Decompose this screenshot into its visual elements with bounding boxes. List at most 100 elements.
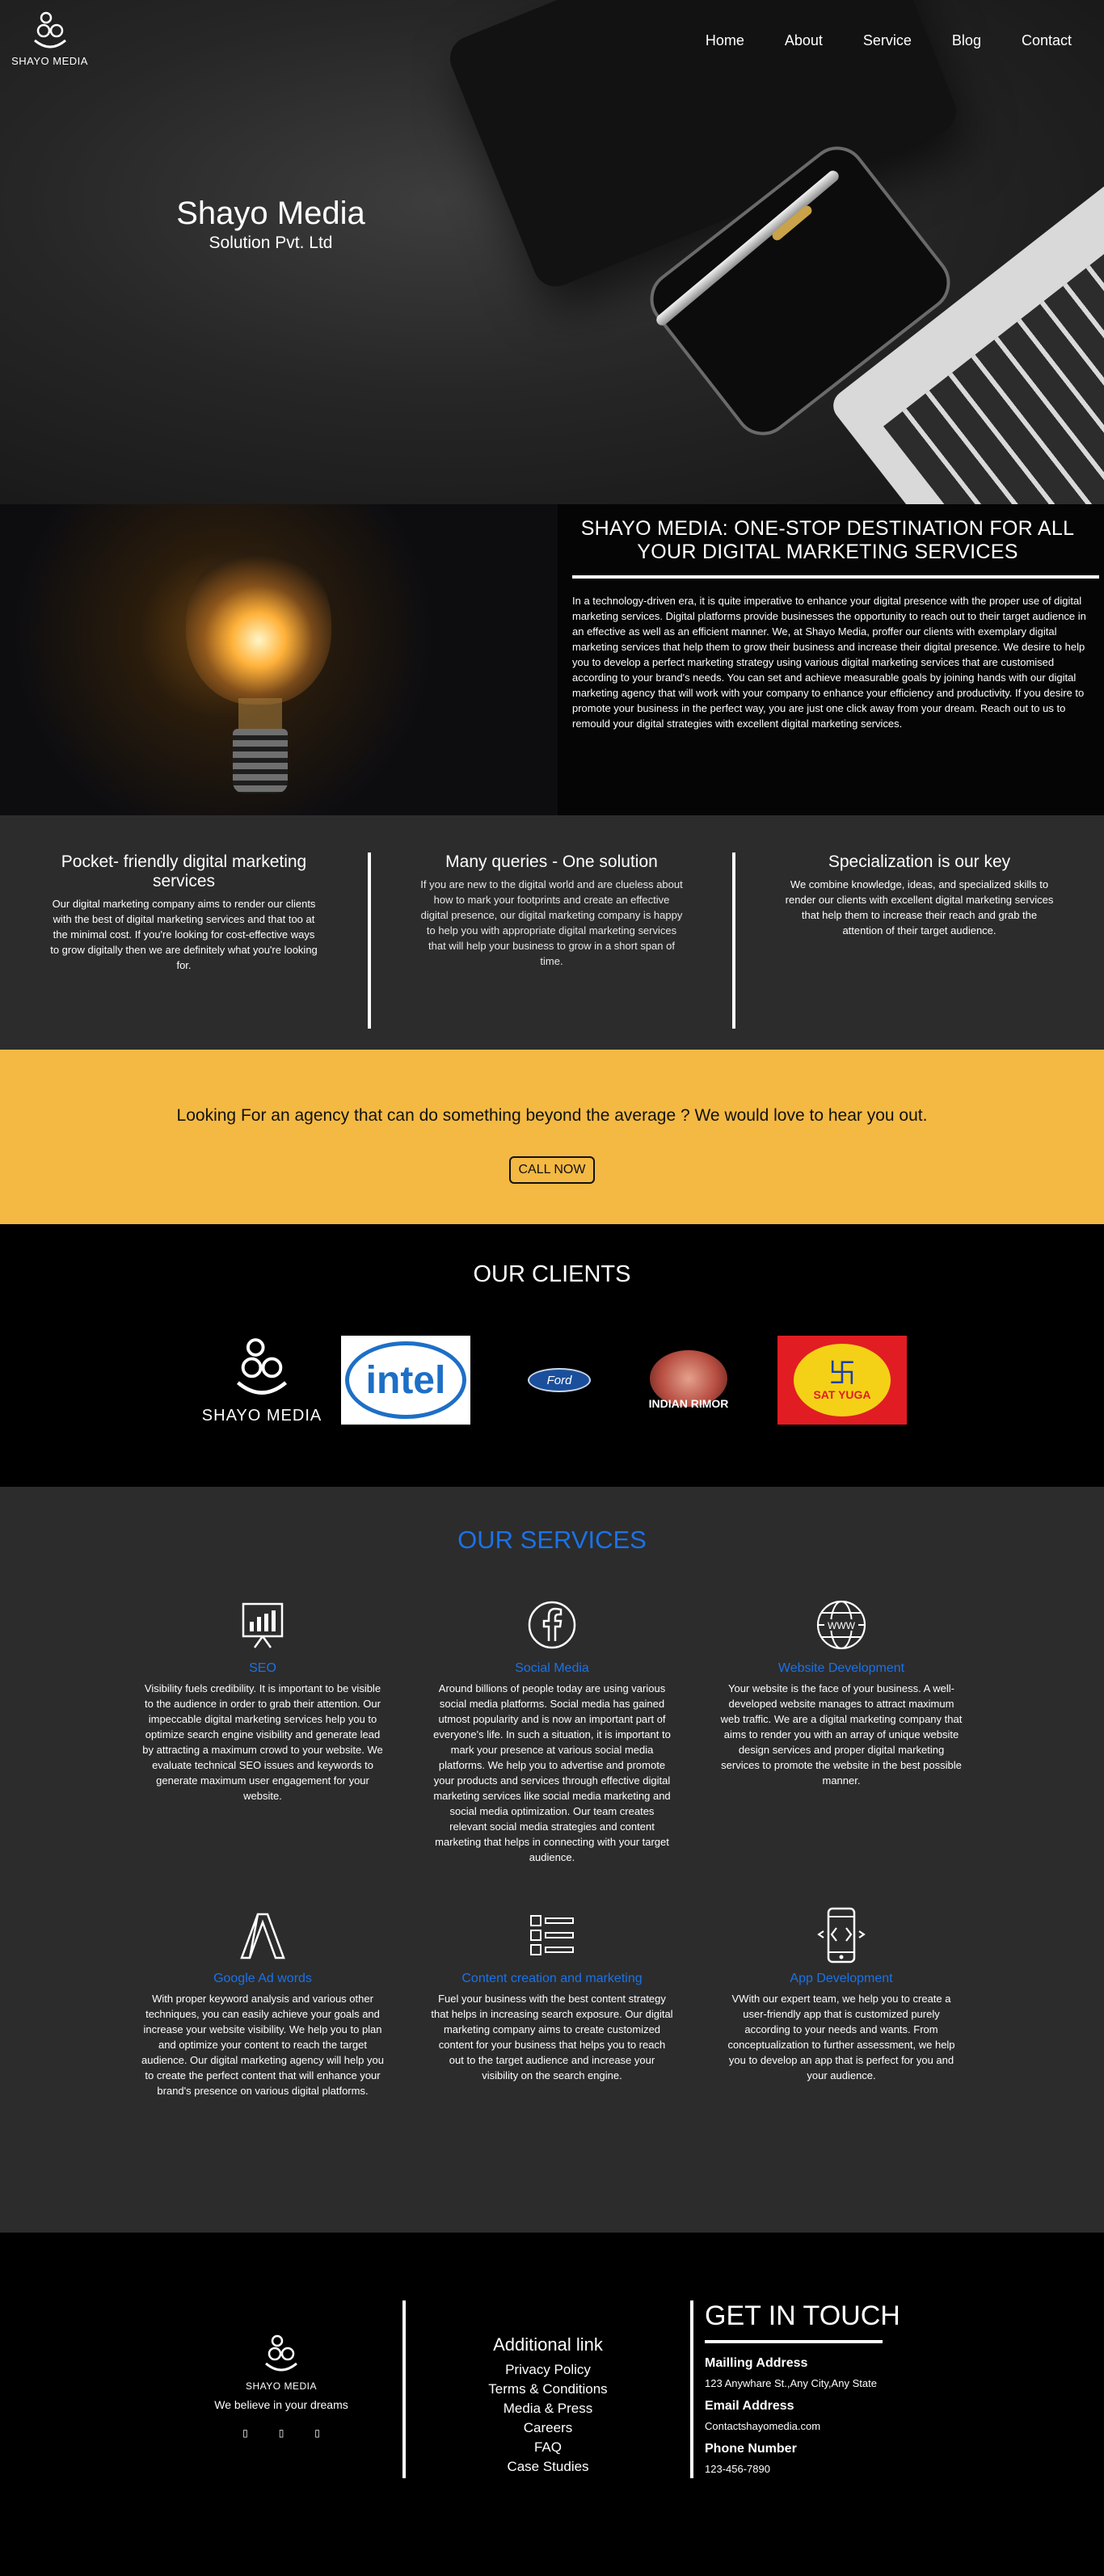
feature-title: Pocket- friendly digital marketing servi… bbox=[61, 852, 307, 890]
nav-home[interactable]: Home bbox=[706, 32, 744, 49]
service-body: Fuel your business with the best content… bbox=[431, 1993, 673, 2081]
about-section: SHAYO MEDIA: ONE-STOP DESTINATION FOR AL… bbox=[0, 504, 1104, 815]
service-title[interactable]: SEO bbox=[141, 1661, 385, 1676]
google-ads-icon bbox=[240, 1913, 285, 1959]
logo-text: SHAYO MEDIA bbox=[11, 55, 88, 67]
about-text: SHAYO MEDIA: ONE-STOP DESTINATION FOR AL… bbox=[558, 504, 1104, 815]
nav-blog[interactable]: Blog bbox=[952, 32, 981, 49]
services-row-1: SEO Visibility fuels credibility. It is … bbox=[0, 1597, 1104, 1865]
client-shayo-media-logo: SHAYO MEDIA bbox=[197, 1335, 327, 1425]
service-body: Your website is the face of your busines… bbox=[720, 1682, 963, 1787]
shayo-logo-icon bbox=[236, 1338, 288, 1395]
cta-text: Looking For an agency that can do someth… bbox=[176, 1106, 928, 1125]
client-satyuga-logo: 卐 SAT YUGA bbox=[777, 1336, 907, 1425]
footer-tagline: We believe in your dreams bbox=[214, 2398, 348, 2411]
service-app-development: App Development VWith our expert team, w… bbox=[697, 1907, 986, 2098]
service-title[interactable]: Social Media bbox=[430, 1661, 674, 1676]
service-website-development: WWW Website Development Your website is … bbox=[697, 1597, 986, 1865]
service-title[interactable]: Google Ad words bbox=[141, 1972, 385, 1986]
nav-service[interactable]: Service bbox=[863, 32, 912, 49]
call-now-button[interactable]: CALL NOW bbox=[508, 1156, 596, 1184]
satyuga-text: SAT YUGA bbox=[813, 1388, 871, 1401]
footer-brand: SHAYO MEDIA We believe in your dreams ▯ … bbox=[200, 2300, 362, 2439]
feature-body: If you are new to the digital world and … bbox=[420, 878, 683, 967]
services-heading: OUR SERVICES bbox=[457, 1526, 647, 1554]
feature-many-queries: Many queries - One solution If you are n… bbox=[368, 852, 735, 1029]
client-shayo-text: SHAYO MEDIA bbox=[201, 1407, 322, 1425]
social-links: ▯ ▯ ▯ bbox=[200, 2427, 362, 2439]
footer-links-column: Additional link Privacy Policy Terms & C… bbox=[402, 2300, 693, 2478]
hero-title: Shayo Media bbox=[176, 196, 365, 231]
rimor-emblem: INDIAN RIMOR bbox=[644, 1350, 733, 1410]
footer-logo-icon bbox=[265, 2334, 297, 2372]
service-title[interactable]: App Development bbox=[719, 1972, 963, 1986]
footer-link-privacy[interactable]: Privacy Policy bbox=[406, 2360, 690, 2380]
hero-title-block: Shayo Media Solution Pvt. Ltd bbox=[166, 196, 376, 253]
feature-specialization: Specialization is our key We combine kno… bbox=[735, 852, 1103, 1029]
footer-link-careers[interactable]: Careers bbox=[406, 2418, 690, 2438]
bulb-neck bbox=[238, 698, 282, 730]
satyuga-disc: 卐 SAT YUGA bbox=[794, 1344, 891, 1416]
contact-divider bbox=[705, 2340, 883, 2343]
client-ford-logo: Ford bbox=[495, 1336, 624, 1425]
hero-subtitle: Solution Pvt. Ltd bbox=[209, 234, 333, 252]
footer-link-media[interactable]: Media & Press bbox=[406, 2399, 690, 2418]
client-rimor-logo: INDIAN RIMOR bbox=[624, 1336, 753, 1425]
facebook-link-icon[interactable]: ▯ bbox=[242, 2427, 248, 2439]
checklist-icon bbox=[530, 1915, 574, 1955]
phone-value[interactable]: 123-456-7890 bbox=[705, 2463, 936, 2475]
email-label: Email Address bbox=[705, 2399, 794, 2413]
service-content-marketing: Content creation and marketing Fuel your… bbox=[407, 1907, 697, 2098]
service-title[interactable]: Content creation and marketing bbox=[430, 1972, 674, 1986]
main-nav: Home About Service Blog Contact bbox=[665, 32, 1072, 49]
twitter-link-icon[interactable]: ▯ bbox=[314, 2427, 320, 2439]
service-google-adwords: Google Ad words With proper keyword anal… bbox=[118, 1907, 407, 2098]
clients-section: OUR CLIENTS SHAYO MEDIA intel Ford INDIA… bbox=[0, 1224, 1104, 1487]
mail-label: Mailling Address bbox=[705, 2356, 808, 2370]
phone-label: Phone Number bbox=[705, 2442, 797, 2456]
logo-mark-icon bbox=[33, 11, 66, 48]
footer-link-terms[interactable]: Terms & Conditions bbox=[406, 2380, 690, 2399]
bulb-base bbox=[233, 729, 288, 793]
services-row-2: Google Ad words With proper keyword anal… bbox=[0, 1907, 1104, 2098]
presentation-board-icon bbox=[242, 1602, 284, 1648]
about-heading: SHAYO MEDIA: ONE-STOP DESTINATION FOR AL… bbox=[580, 517, 1075, 563]
mail-value: 123 Anywhare St.,Any City,Any State bbox=[705, 2377, 877, 2389]
client-logos: SHAYO MEDIA intel Ford INDIAN RIMOR 卐 SA… bbox=[0, 1335, 1104, 1425]
swastika-symbol: 卐 bbox=[828, 1358, 856, 1389]
intel-wordmark: intel bbox=[365, 1358, 446, 1402]
cta-section: Looking For an agency that can do someth… bbox=[0, 1050, 1104, 1224]
hero-section: SHAYO MEDIA Home About Service Blog Cont… bbox=[0, 0, 1104, 504]
mobile-app-icon bbox=[817, 1907, 866, 1964]
footer-link-faq[interactable]: FAQ bbox=[406, 2438, 690, 2457]
services-section: OUR SERVICES SEO Visibility fuels credib… bbox=[0, 1487, 1104, 2233]
bulb-glass bbox=[186, 543, 331, 705]
feature-body: We combine knowledge, ideas, and special… bbox=[785, 878, 1054, 937]
about-body: In a technology-driven era, it is quite … bbox=[572, 595, 1086, 730]
instagram-link-icon[interactable]: ▯ bbox=[279, 2427, 284, 2439]
client-intel-logo: intel bbox=[341, 1336, 470, 1425]
service-body: Visibility fuels credibility. It is impo… bbox=[142, 1682, 383, 1802]
footer-brand-column: SHAYO MEDIA We believe in your dreams ▯ … bbox=[0, 2300, 402, 2576]
light-bulb-image bbox=[0, 504, 558, 815]
footer-links-heading: Additional link bbox=[493, 2334, 603, 2355]
intel-ring: intel bbox=[345, 1341, 466, 1419]
ford-oval: Ford bbox=[528, 1368, 591, 1392]
service-title[interactable]: Website Development bbox=[719, 1661, 963, 1676]
site-logo[interactable]: SHAYO MEDIA bbox=[11, 10, 88, 67]
rimor-text: INDIAN RIMOR bbox=[648, 1397, 729, 1410]
feature-title: Many queries - One solution bbox=[445, 852, 658, 871]
nav-about[interactable]: About bbox=[785, 32, 823, 49]
svg-text:WWW: WWW bbox=[828, 1620, 856, 1631]
www-globe-icon: WWW bbox=[816, 1600, 866, 1650]
footer-link-case-studies[interactable]: Case Studies bbox=[406, 2457, 690, 2477]
service-body: VWith our expert team, we help you to cr… bbox=[727, 1993, 955, 2081]
feature-body: Our digital marketing company aims to re… bbox=[50, 898, 318, 971]
feature-pocket-friendly: Pocket- friendly digital marketing servi… bbox=[0, 852, 368, 1029]
footer-brand-name: SHAYO MEDIA bbox=[246, 2380, 317, 2392]
feature-title: Specialization is our key bbox=[828, 852, 1011, 871]
service-body: With proper keyword analysis and various… bbox=[141, 1993, 384, 2097]
email-value[interactable]: Contactshayomedia.com bbox=[705, 2420, 936, 2432]
service-social-media: Social Media Around billions of people t… bbox=[407, 1597, 697, 1865]
nav-contact[interactable]: Contact bbox=[1022, 32, 1072, 49]
